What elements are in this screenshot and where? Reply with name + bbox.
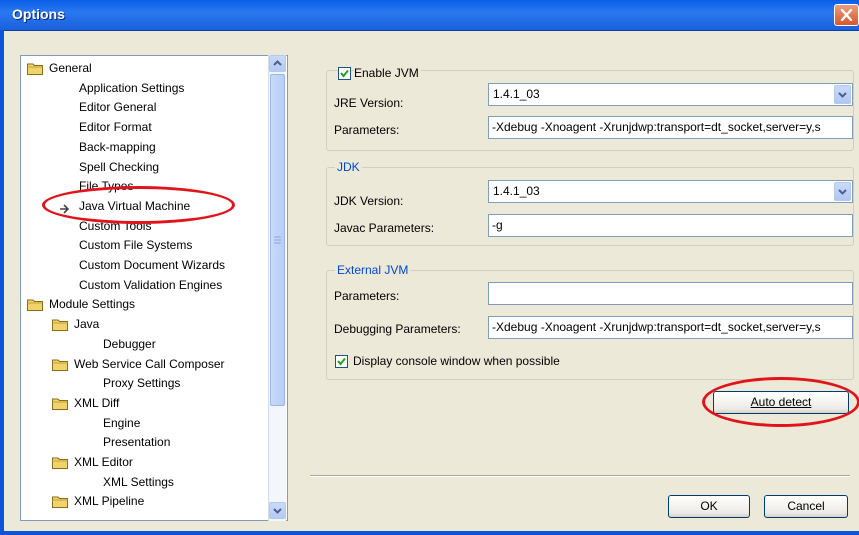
tree-item-label: Engine [103, 415, 141, 430]
tree-item-label: XML Settings [103, 474, 174, 489]
jre-version-value: 1.4.1_03 [493, 87, 540, 101]
javac-parameters-label: Javac Parameters: [334, 221, 435, 235]
tree-item-label: Web Service Call Composer [74, 356, 225, 371]
tree-item-label: Editor Format [79, 120, 152, 135]
checkmark-icon [340, 69, 349, 78]
options-tree[interactable]: General Application Settings Editor Genera… [20, 55, 288, 521]
ok-button[interactable]: OK [668, 495, 750, 518]
scroll-down-button[interactable] [269, 502, 286, 519]
folder-icon [52, 318, 69, 332]
window-frame-left [0, 30, 4, 535]
tree-item-label: Editor General [79, 100, 157, 115]
scroll-thumb[interactable] [270, 74, 285, 406]
folder-icon [27, 62, 44, 75]
scroll-up-button[interactable] [269, 55, 286, 72]
tree-item-label: Java [74, 317, 100, 332]
chevron-up-icon [273, 60, 282, 66]
external-jvm-legend: External JVM [335, 263, 411, 277]
jre-version-label: JRE Version: [334, 96, 404, 110]
auto-detect-label: Auto detect [750, 395, 812, 409]
jdk-legend: JDK [335, 160, 362, 174]
tree-item-label: File Types [79, 179, 134, 194]
grip-icon [274, 236, 281, 244]
tree-item-label: Spell Checking [79, 159, 160, 174]
cancel-button[interactable]: Cancel [764, 495, 848, 518]
jre-version-dropdown-button[interactable] [834, 85, 851, 104]
enable-jvm-checkbox[interactable] [338, 67, 351, 80]
window-title: Options [12, 6, 65, 22]
display-console-label: Display console window when possible [353, 354, 560, 368]
button-separator [310, 475, 850, 477]
external-parameters-field[interactable] [488, 282, 853, 305]
tree-item-label: Back-mapping [79, 139, 156, 154]
jvm-parameters-field[interactable]: -Xdebug -Xnoagent -Xrunjdwp:transport=dt… [488, 116, 853, 139]
tree-item-label: XML Editor [74, 455, 133, 469]
auto-detect-button[interactable]: Auto detect [713, 391, 849, 414]
display-console-checkbox[interactable] [335, 355, 348, 368]
tree-item-label: Debugger [103, 336, 156, 351]
debugging-parameters-field[interactable]: -Xdebug -Xnoagent -Xrunjdwp:transport=dt… [488, 316, 853, 339]
tree-item-label: XML Pipeline [74, 494, 145, 509]
tree-item-label: Custom Tools [79, 218, 152, 233]
jdk-version-select[interactable]: 1.4.1_03 [488, 180, 853, 203]
checkmark-icon [337, 357, 346, 366]
folder-icon [52, 397, 69, 410]
folder-icon [52, 358, 69, 371]
jdk-version-label: JDK Version: [334, 194, 404, 208]
tree-item-label: Application Settings [79, 80, 185, 95]
folder-icon [52, 495, 69, 509]
chevron-down-icon [838, 92, 847, 98]
tree-item-label: Custom Document Wizards [79, 258, 226, 272]
folder-icon [52, 456, 69, 469]
tree-item-label: XML Diff [74, 395, 120, 410]
external-parameters-label: Parameters: [334, 289, 400, 303]
title-bar: Options [0, 0, 859, 31]
tree-item-label: Module Settings [49, 297, 136, 312]
tree-item-label: General [49, 61, 92, 75]
tree-scrollbar[interactable] [268, 55, 286, 521]
close-button[interactable] [834, 4, 859, 26]
tree-item-label: Presentation [103, 435, 171, 450]
enable-jvm-label: Enable JVM [354, 66, 421, 80]
chevron-down-icon [273, 508, 282, 514]
tree-item-label: Proxy Settings [103, 376, 181, 391]
close-icon [840, 9, 853, 21]
javac-parameters-field[interactable]: -g [488, 214, 853, 237]
jre-version-select[interactable]: 1.4.1_03 [488, 83, 853, 106]
chevron-down-icon [838, 189, 847, 195]
window-frame-bottom [0, 531, 859, 535]
folder-icon [27, 298, 44, 312]
jdk-version-value: 1.4.1_03 [493, 184, 540, 198]
arrow-right-icon [59, 201, 71, 219]
jvm-parameters-label: Parameters: [334, 123, 400, 137]
tree-item-label: Custom Validation Engines [79, 277, 223, 292]
jdk-version-dropdown-button[interactable] [834, 182, 851, 201]
tree-item-label: Java Virtual Machine [79, 198, 191, 213]
tree-item-label: Custom File Systems [79, 238, 193, 253]
debugging-parameters-label: Debugging Parameters: [334, 322, 461, 336]
